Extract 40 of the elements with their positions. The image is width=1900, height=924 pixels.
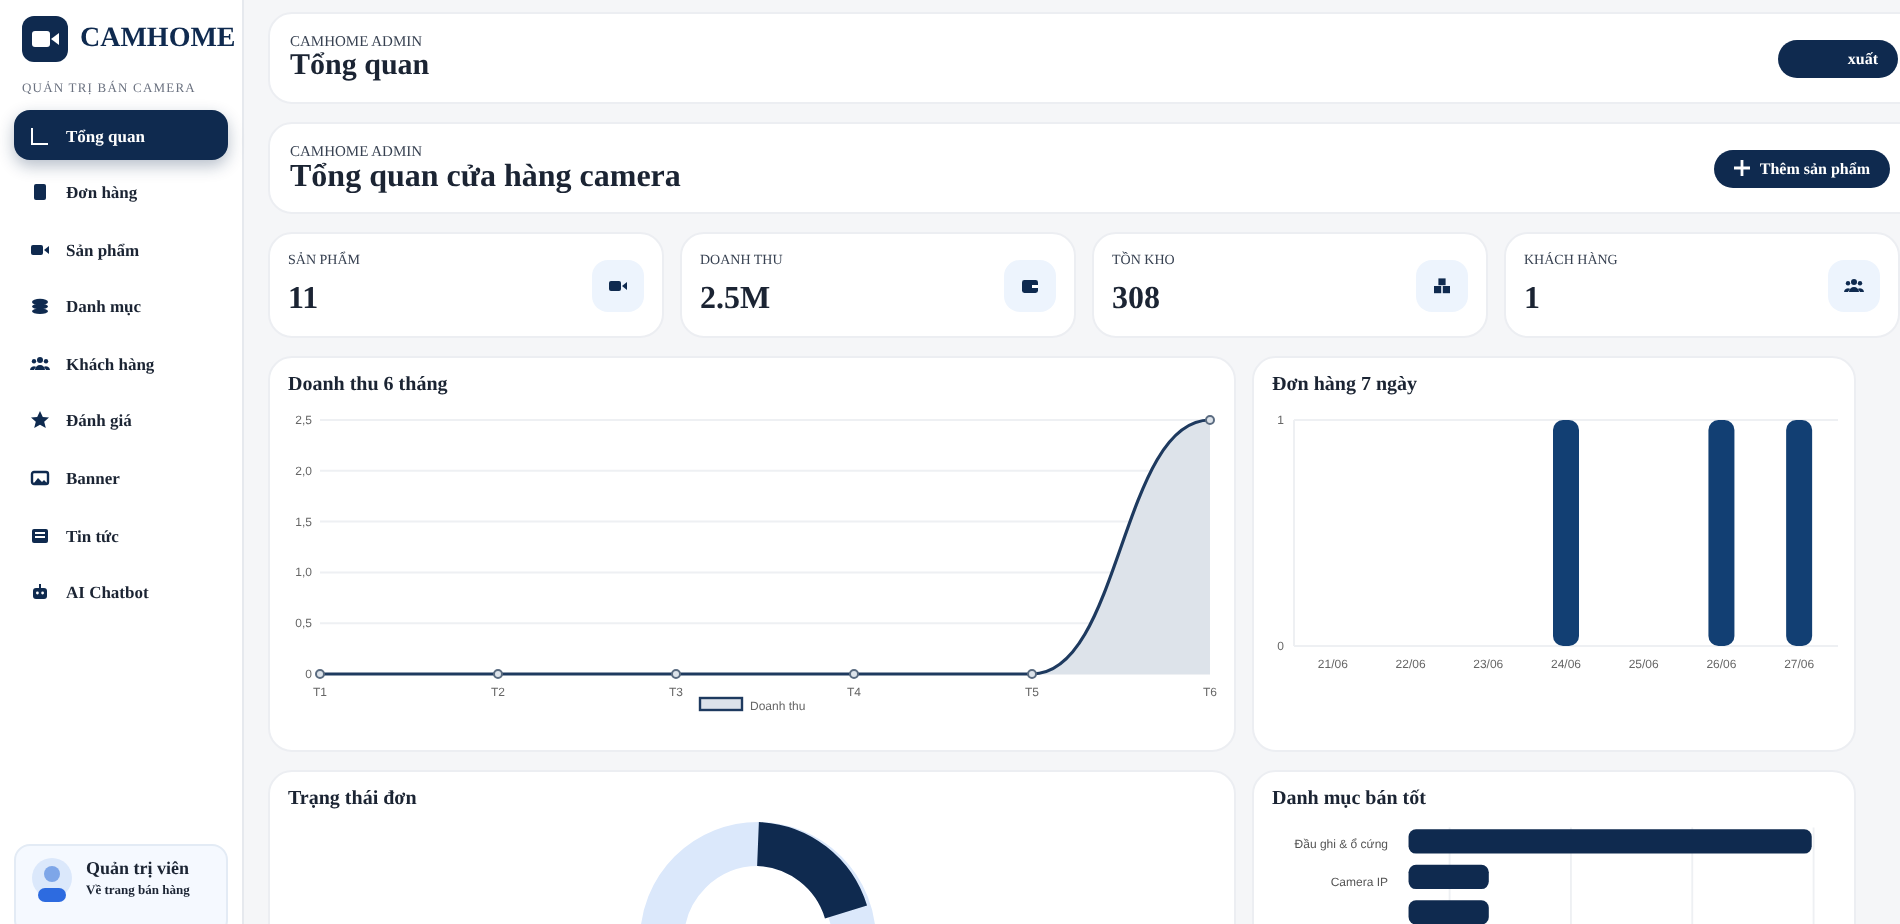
chart-title: Trạng thái đơn (288, 788, 419, 810)
nav-item[interactable]: AI Chatbot (14, 567, 228, 618)
add-product-button[interactable]: Thêm sản phẩm (1713, 149, 1890, 187)
wallet-icon (1020, 275, 1040, 295)
nav-item[interactable]: Đơn hàng (14, 167, 228, 218)
stat-value: 308 (1112, 282, 1162, 318)
image-icon (30, 468, 50, 489)
boxes-icon (1432, 275, 1452, 295)
user-avatar-icon (32, 858, 72, 906)
stat-value: 2.5M (700, 282, 773, 318)
chart-title: Danh mục bán tốt (1272, 788, 1428, 810)
layers-icon (30, 296, 50, 317)
nav-item[interactable]: Banner (14, 453, 228, 504)
users-icon (1844, 275, 1864, 295)
newspaper-icon (30, 525, 50, 546)
nav-item[interactable]: Sản phẩm (14, 224, 228, 275)
logout-button[interactable]: xuất (1778, 39, 1898, 77)
chart-title: Đơn hàng 7 ngày (1272, 374, 1420, 396)
header-title: Tổng quan cửa hàng camera (290, 159, 681, 195)
robot-icon (30, 582, 50, 603)
stat-value: 1 (1524, 282, 1542, 318)
brand-name: CAMHOME (80, 23, 236, 55)
legend-swatch (698, 696, 744, 712)
nav-item[interactable]: Đánh giá (14, 395, 228, 446)
star-icon (30, 410, 50, 431)
nav-item[interactable]: Tổng quan (14, 110, 228, 160)
line-chart-icon (30, 125, 50, 145)
video-camera-logo-icon (22, 16, 68, 62)
video-camera-icon (608, 275, 628, 295)
plus-icon (1733, 160, 1750, 176)
users-icon (30, 353, 50, 374)
nav-item[interactable]: Danh mục (14, 281, 228, 332)
document-icon (30, 182, 50, 203)
nav-item[interactable]: Khách hàng (14, 338, 228, 389)
video-camera-icon (30, 239, 50, 260)
nav-item[interactable]: Tin tức (14, 510, 228, 561)
user-name: Quản trị viên (86, 858, 190, 878)
chart-title: Doanh thu 6 tháng (288, 374, 450, 396)
stat-value: 11 (288, 282, 321, 318)
page-title: Tổng quan (290, 50, 430, 84)
